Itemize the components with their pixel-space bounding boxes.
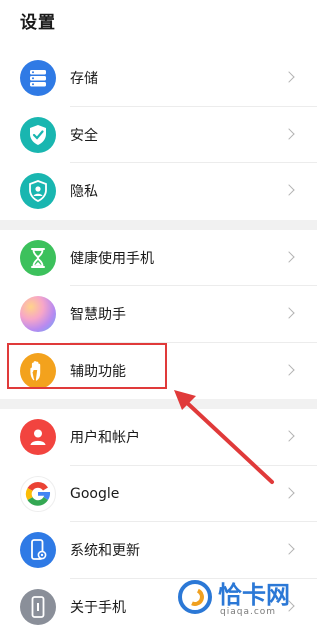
settings-item-label: 隐私 <box>70 181 98 201</box>
chevron-right-icon <box>283 431 294 442</box>
settings-item-label: 智慧助手 <box>70 304 126 324</box>
page-title: 设置 <box>20 8 56 33</box>
settings-item-smart-assistant[interactable]: 智慧助手 <box>0 286 317 343</box>
settings-item-storage[interactable]: 存储 <box>0 50 317 107</box>
storage-icon <box>20 60 56 96</box>
settings-group-storage-security: 存储 安全 隐私 <box>0 50 317 220</box>
settings-item-digital-balance[interactable]: 健康使用手机 <box>0 230 317 287</box>
settings-item-label: 用户和帐户 <box>70 427 140 447</box>
settings-item-system-update[interactable]: 系统和更新 <box>0 522 317 579</box>
assistant-orb-icon <box>20 296 56 332</box>
settings-item-label: 关于手机 <box>70 597 126 617</box>
chevron-right-icon <box>283 487 294 498</box>
settings-item-label: 系统和更新 <box>70 540 140 560</box>
chevron-right-icon <box>283 128 294 139</box>
watermark-text: 恰卡网 <box>218 580 290 610</box>
watermark-domain: qiaqa.com <box>220 607 276 617</box>
shield-check-icon <box>20 117 56 153</box>
hourglass-icon <box>20 240 56 276</box>
watermark-logo: 恰卡网 qiaqa.com <box>178 580 314 622</box>
annotation-highlight-box <box>7 343 167 389</box>
settings-item-label: Google <box>70 486 119 502</box>
annotation-arrow <box>160 380 280 490</box>
chevron-right-icon <box>283 251 294 262</box>
phone-update-icon <box>20 532 56 568</box>
settings-item-security[interactable]: 安全 <box>0 107 317 164</box>
settings-item-privacy[interactable]: 隐私 <box>0 163 317 220</box>
chevron-right-icon <box>283 364 294 375</box>
chevron-right-icon <box>283 308 294 319</box>
settings-item-label: 健康使用手机 <box>70 248 154 268</box>
privacy-user-icon <box>20 173 56 209</box>
settings-item-label: 安全 <box>70 125 98 145</box>
settings-item-label: 存储 <box>70 68 98 88</box>
section-gap <box>0 220 317 230</box>
user-icon <box>20 419 56 455</box>
chevron-right-icon <box>283 544 294 555</box>
phone-icon <box>20 589 56 625</box>
chevron-right-icon <box>283 185 294 196</box>
chevron-right-icon <box>283 72 294 83</box>
google-icon <box>20 476 56 512</box>
